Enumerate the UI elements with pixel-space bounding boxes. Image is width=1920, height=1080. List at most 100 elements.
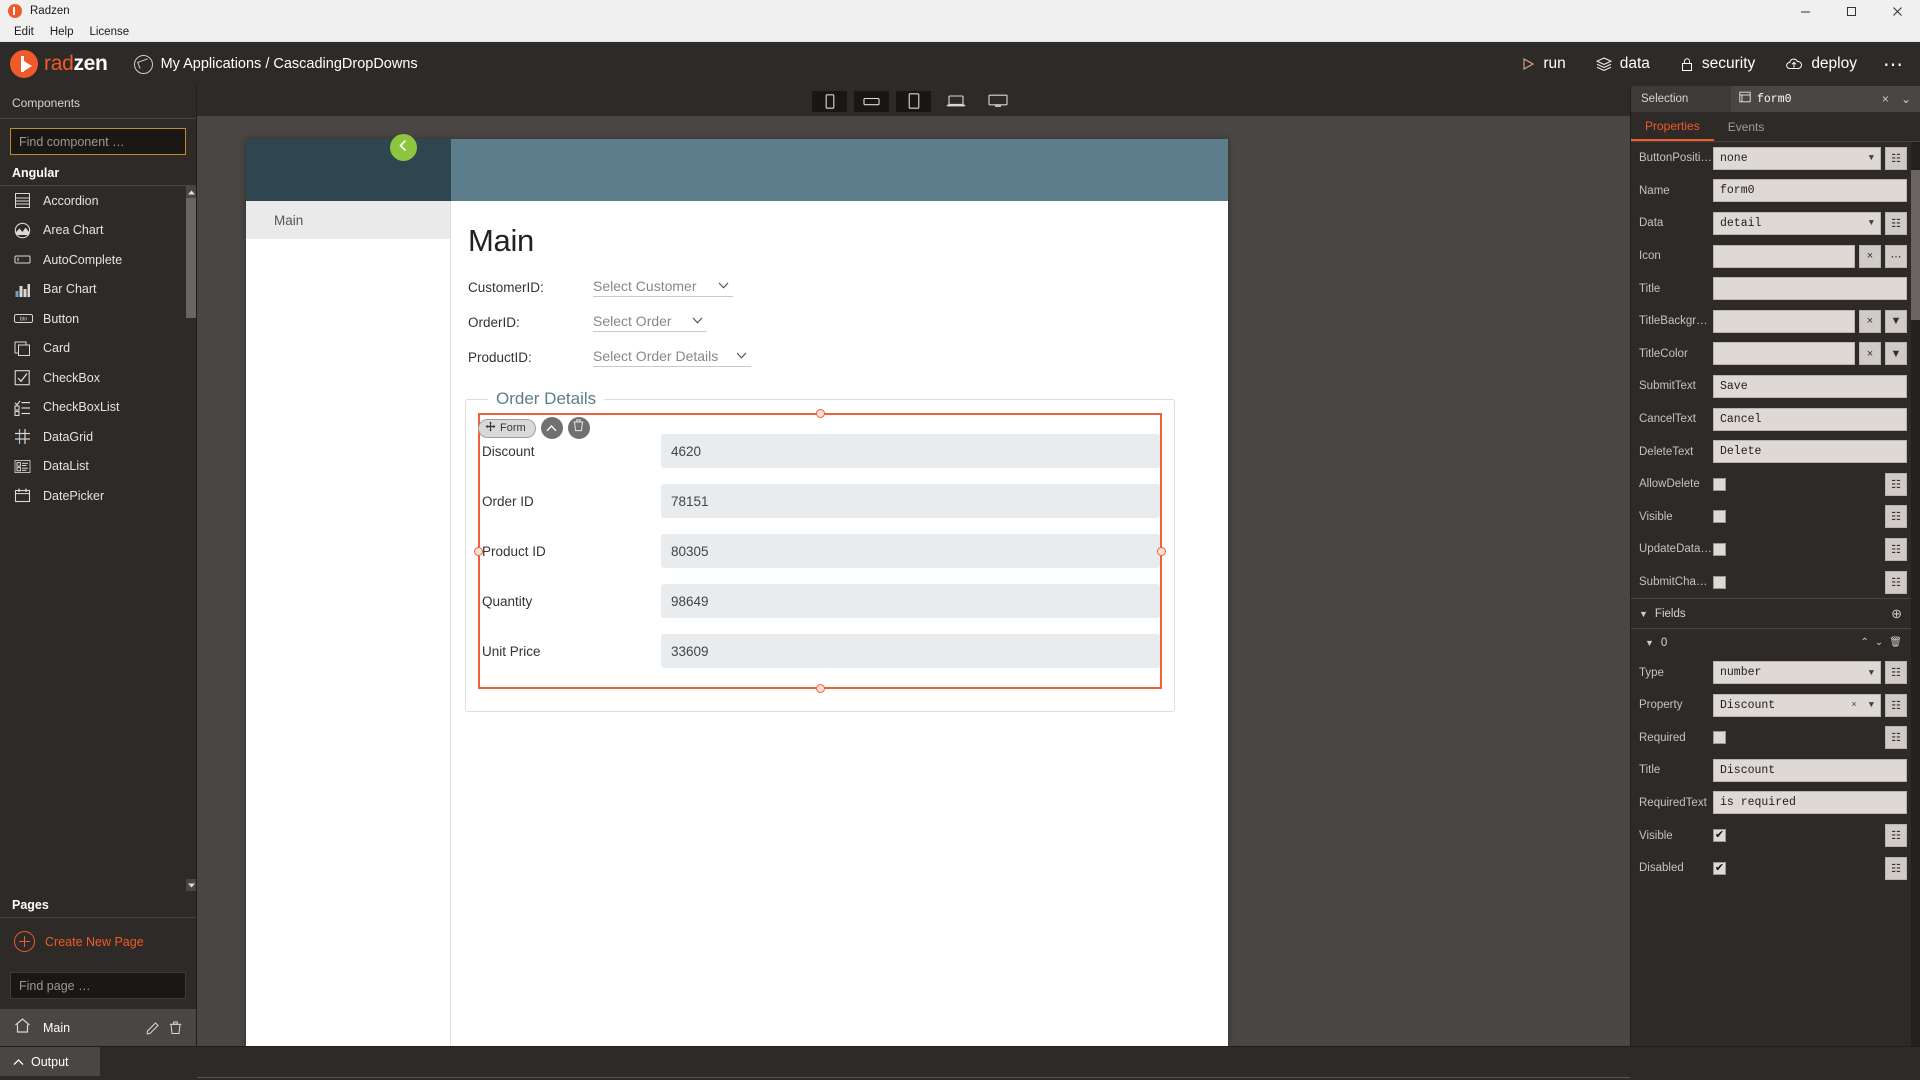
component-item-area-chart[interactable]: Area Chart — [0, 216, 186, 246]
page-search-input[interactable] — [19, 978, 177, 993]
productid-dropdown[interactable]: Select Order Details — [593, 347, 751, 367]
expression-button[interactable]: ☷ — [1885, 472, 1907, 496]
component-item-bar-chart[interactable]: Bar Chart — [0, 275, 186, 305]
delete-field-icon[interactable]: 🗑 — [1886, 637, 1905, 648]
tab-events[interactable]: Events — [1714, 112, 1779, 141]
window-maximize-button[interactable] — [1828, 0, 1874, 22]
expression-button[interactable]: ☷ — [1885, 211, 1907, 235]
component-item-card[interactable]: Card — [0, 334, 186, 364]
component-item-datagrid[interactable]: DataGrid — [0, 422, 186, 452]
titlecolor-clear-button[interactable]: × — [1859, 342, 1881, 366]
selection-dropdown-icon[interactable]: ⌄ — [1898, 92, 1914, 106]
component-item-autocomplete[interactable]: AutoComplete — [0, 245, 186, 275]
properties-scrollbar[interactable] — [1911, 142, 1920, 1046]
menu-edit[interactable]: Edit — [6, 22, 42, 42]
expression-button[interactable]: ☷ — [1885, 693, 1907, 717]
data-select[interactable]: detail ▼ — [1713, 211, 1881, 235]
component-item-datepicker[interactable]: DatePicker — [0, 481, 186, 511]
expression-button[interactable]: ☷ — [1885, 856, 1907, 880]
window-close-button[interactable] — [1874, 0, 1920, 22]
selected-form-component[interactable]: Discount 4620 Order ID 78151 Product ID — [474, 409, 1166, 693]
menu-help[interactable]: Help — [42, 22, 82, 42]
component-search-box[interactable] — [10, 128, 186, 155]
field-item-header[interactable]: ▼ 0 ⌃ ⌄ 🗑 — [1631, 629, 1911, 656]
sidebar-toggle-button[interactable] — [390, 134, 417, 161]
required-checkbox[interactable] — [1713, 731, 1726, 745]
breadcrumb[interactable]: My Applications / CascadingDropDowns — [133, 54, 418, 74]
name-input[interactable]: form0 — [1713, 179, 1907, 203]
component-item-checkbox[interactable]: CheckBox — [0, 363, 186, 393]
expression-button[interactable]: ☷ — [1885, 726, 1907, 750]
more-options-button[interactable]: ⋯ — [1883, 52, 1904, 77]
form-field-input[interactable]: 98649 — [661, 584, 1160, 618]
fields-group-header[interactable]: ▼ Fields ⊕ — [1631, 598, 1911, 630]
submitchangesonly-checkbox[interactable] — [1713, 575, 1726, 589]
add-field-icon[interactable]: ⊕ — [1888, 606, 1905, 622]
device-desktop-button[interactable] — [980, 90, 1015, 112]
form-drag-chip[interactable]: Form — [478, 418, 536, 438]
page-search-box[interactable] — [10, 972, 186, 999]
output-tab[interactable]: Output — [0, 1047, 100, 1076]
expression-button[interactable]: ☷ — [1885, 661, 1907, 685]
field-property-select[interactable]: Discount × ▼ — [1713, 693, 1881, 717]
expression-button[interactable]: ☷ — [1885, 505, 1907, 529]
clear-selection-icon[interactable]: × — [1879, 92, 1892, 106]
preview-sidebar-item-main[interactable]: Main — [246, 201, 450, 239]
customerid-dropdown[interactable]: Select Customer — [593, 277, 733, 297]
device-phone-portrait-button[interactable] — [812, 90, 847, 112]
title-input[interactable] — [1713, 277, 1907, 301]
component-item-datalist[interactable]: DataList — [0, 452, 186, 482]
field-type-select[interactable]: number ▼ — [1713, 661, 1881, 685]
move-field-up-icon[interactable]: ⌃ — [1858, 637, 1872, 648]
properties-scroll-thumb[interactable] — [1911, 170, 1920, 320]
data-button[interactable]: data — [1595, 55, 1650, 73]
menu-license[interactable]: License — [81, 22, 137, 42]
titlecolor-input[interactable] — [1713, 342, 1855, 366]
orderid-dropdown[interactable]: Select Order — [593, 312, 707, 332]
expression-button[interactable]: ☷ — [1885, 824, 1907, 848]
resize-handle-bottom[interactable] — [815, 684, 825, 693]
page-item-main[interactable]: Main — [0, 1009, 196, 1046]
titlebackground-clear-button[interactable]: × — [1859, 309, 1881, 333]
form-field-input[interactable]: 33609 — [661, 634, 1160, 668]
selection-value-box[interactable]: form0 × ⌄ — [1731, 86, 1920, 112]
buttonposition-select[interactable]: none ▼ — [1713, 146, 1881, 170]
visible-checkbox[interactable] — [1713, 510, 1726, 524]
form-field-input[interactable]: 4620 — [661, 434, 1160, 468]
form-field-input[interactable]: 80305 — [661, 534, 1160, 568]
device-laptop-button[interactable] — [938, 90, 973, 112]
component-search-input[interactable] — [19, 134, 177, 149]
icon-input[interactable] — [1713, 244, 1855, 268]
run-button[interactable]: run — [1521, 55, 1566, 73]
expression-button[interactable]: ☷ — [1885, 146, 1907, 170]
icon-picker-button[interactable]: ⋯ — [1885, 244, 1907, 268]
tab-properties[interactable]: Properties — [1631, 112, 1714, 141]
move-field-down-icon[interactable]: ⌄ — [1872, 637, 1886, 648]
icon-clear-button[interactable]: × — [1859, 244, 1881, 268]
deletetext-input[interactable]: Delete — [1713, 440, 1907, 464]
field-disabled-checkbox[interactable] — [1713, 861, 1726, 875]
window-minimize-button[interactable] — [1782, 0, 1828, 22]
field-visible-checkbox[interactable] — [1713, 829, 1726, 843]
device-phone-landscape-button[interactable] — [854, 90, 889, 112]
updatedataonchange-checkbox[interactable] — [1713, 542, 1726, 556]
field-requiredtext-input[interactable]: is required — [1713, 791, 1907, 815]
delete-widget-button[interactable] — [567, 417, 590, 439]
create-new-page-button[interactable]: Create New Page — [0, 918, 196, 963]
titlebackground-picker-button[interactable]: ▼ — [1885, 309, 1907, 333]
titlecolor-picker-button[interactable]: ▼ — [1885, 342, 1907, 366]
form-field-input[interactable]: 78151 — [661, 484, 1160, 518]
titlebackground-input[interactable] — [1713, 309, 1855, 333]
security-button[interactable]: security — [1680, 55, 1755, 73]
resize-handle-left[interactable] — [474, 546, 483, 556]
expression-button[interactable]: ☷ — [1885, 570, 1907, 594]
component-item-accordion[interactable]: Accordion — [0, 186, 186, 216]
components-scrollbar[interactable] — [186, 186, 196, 891]
component-item-button[interactable]: btn Button — [0, 304, 186, 334]
edit-page-icon[interactable] — [142, 1021, 164, 1035]
submittext-input[interactable]: Save — [1713, 374, 1907, 398]
field-title-input[interactable]: Discount — [1713, 758, 1907, 782]
select-parent-button[interactable] — [540, 417, 563, 439]
resize-handle-top[interactable] — [815, 409, 825, 418]
expression-button[interactable]: ☷ — [1885, 537, 1907, 561]
